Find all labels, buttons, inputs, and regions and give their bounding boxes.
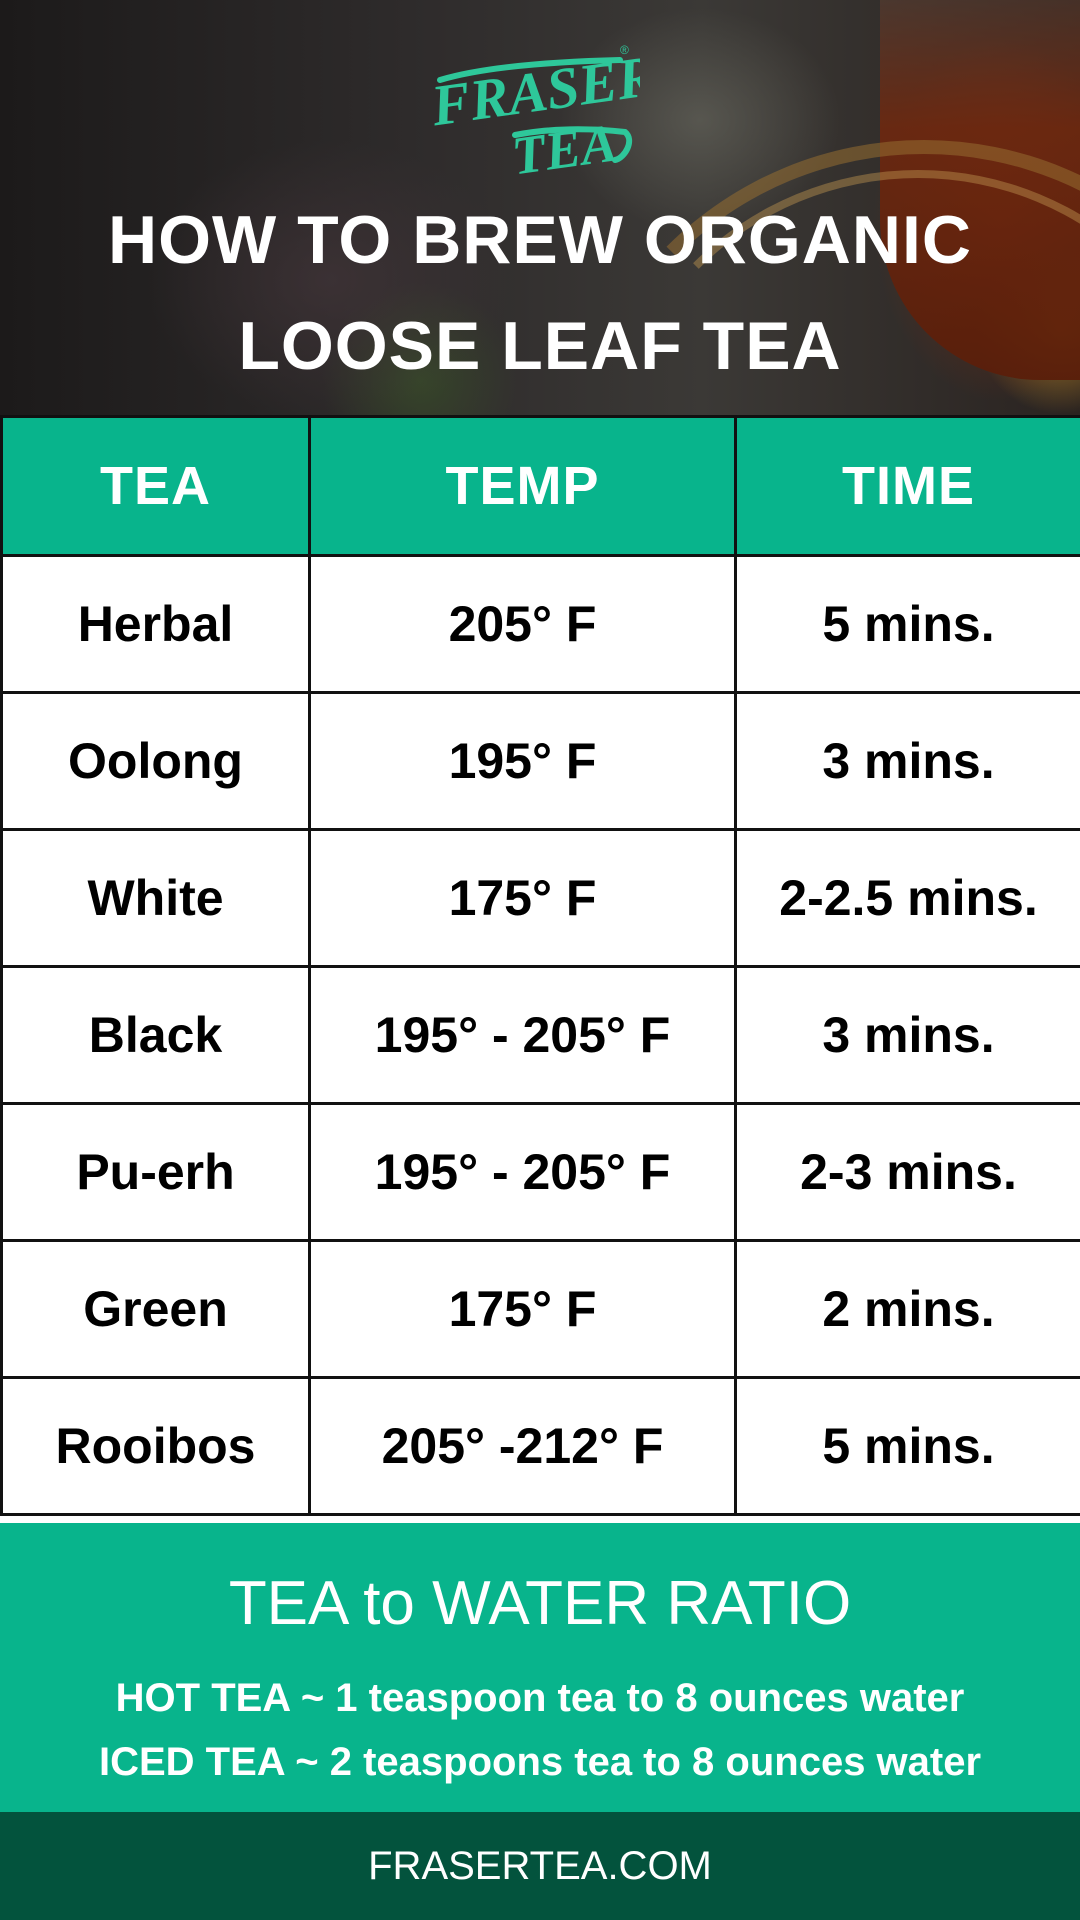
table-header-row: TEA TEMP TIME [0,415,1080,557]
column-header-temp: TEMP [308,415,737,557]
time-cell: 3 mins. [734,691,1080,831]
temp-cell: 195° - 205° F [308,965,737,1105]
time-cell: 2 mins. [734,1239,1080,1379]
tea-name-cell: Herbal [0,554,311,694]
temp-cell: 195° - 205° F [308,1102,737,1242]
ratio-heading: TEA to WATER RATIO [228,1569,852,1638]
time-cell: 2-3 mins. [734,1102,1080,1242]
hero-banner: FRASER TEA ® HOW TO BREW ORGANIC LOOSE L… [0,0,1080,415]
table-row: Oolong 195° F 3 mins. [0,691,1080,831]
footer-website-link[interactable]: FRASERTEA.COM [0,1812,1080,1920]
fraser-tea-logo: FRASER TEA ® [426,43,640,180]
tea-name-cell: White [0,828,311,968]
temp-cell: 205° F [308,554,737,694]
tea-name-cell: Pu-erh [0,1102,311,1242]
column-header-tea: TEA [0,415,311,557]
table-row: Green 175° F 2 mins. [0,1239,1080,1379]
registered-mark: ® [620,43,629,57]
iced-tea-ratio: ICED TEA ~ 2 teaspoons tea to 8 ounces w… [98,1740,982,1784]
time-cell: 5 mins. [734,554,1080,694]
table-row: Herbal 205° F 5 mins. [0,554,1080,694]
tea-name-cell: Rooibos [0,1376,311,1516]
brew-table: TEA TEMP TIME Herbal 205° F 5 mins. Oolo… [0,415,1080,1516]
tea-name-cell: Black [0,965,311,1105]
page-title-line2: LOOSE LEAF TEA [238,308,842,384]
time-cell: 2-2.5 mins. [734,828,1080,968]
table-row: White 175° F 2-2.5 mins. [0,828,1080,968]
column-header-time: TIME [734,415,1080,557]
tea-name-cell: Oolong [0,691,311,831]
ratio-panel: TEA to WATER RATIO HOT TEA ~ 1 teaspoon … [0,1523,1080,1812]
table-row: Black 195° - 205° F 3 mins. [0,965,1080,1105]
temp-cell: 195° F [308,691,737,831]
temp-cell: 175° F [308,828,737,968]
table-row: Rooibos 205° -212° F 5 mins. [0,1376,1080,1516]
temp-cell: 175° F [308,1239,737,1379]
page-title-line1: HOW TO BREW ORGANIC [108,202,972,278]
table-row: Pu-erh 195° - 205° F 2-3 mins. [0,1102,1080,1242]
hot-tea-ratio: HOT TEA ~ 1 teaspoon tea to 8 ounces wat… [115,1676,965,1720]
time-cell: 3 mins. [734,965,1080,1105]
tea-name-cell: Green [0,1239,311,1379]
temp-cell: 205° -212° F [308,1376,737,1516]
time-cell: 5 mins. [734,1376,1080,1516]
